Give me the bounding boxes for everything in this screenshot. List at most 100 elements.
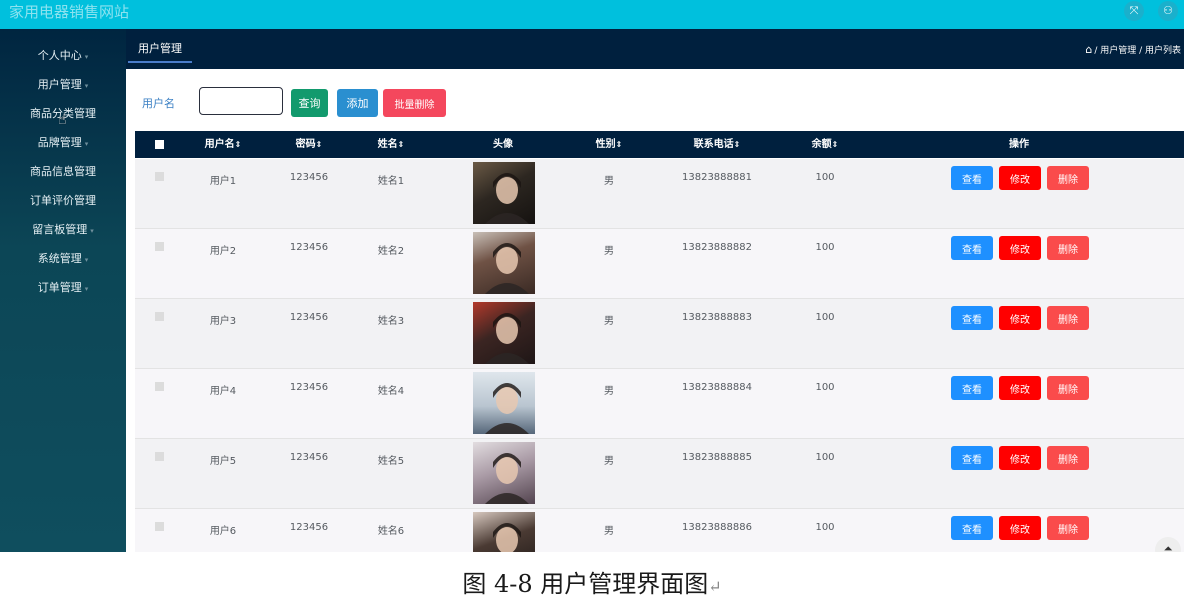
column-header-phone[interactable]: 联系电话⇕ <box>694 131 741 158</box>
column-header-actions: 操作 <box>1009 139 1029 150</box>
table-row: 用户2 123456 姓名2 男 13823888882 100 查看 修改 删除 <box>135 229 1184 299</box>
select-all-checkbox[interactable] <box>155 140 164 149</box>
column-header-name[interactable]: 姓名⇕ <box>378 131 405 158</box>
column-header-password[interactable]: 密码⇕ <box>296 131 323 158</box>
cell-balance: 100 <box>815 382 835 393</box>
query-button[interactable]: 查询 <box>291 89 328 117</box>
chevron-down-icon: ▾ <box>84 256 89 264</box>
sidebar-item-system[interactable]: 系统管理 ▾ <box>0 249 126 269</box>
chevron-down-icon: ▾ <box>90 227 94 235</box>
delete-button[interactable]: 删除 <box>1047 306 1089 330</box>
view-button[interactable]: 查看 <box>951 516 993 540</box>
add-button[interactable]: 添加 <box>337 89 378 117</box>
column-header-gender[interactable]: 性别⇕ <box>596 131 623 158</box>
sidebar-item-label: 品牌管理 <box>37 136 82 149</box>
sidebar-item-label: 商品信息管理 <box>30 165 96 178</box>
view-button[interactable]: 查看 <box>951 166 993 190</box>
top-bar: 家用电器销售网站 ⤧ ⚇ <box>0 0 1184 29</box>
edit-button[interactable]: 修改 <box>999 166 1041 190</box>
cell-gender: 男 <box>604 246 614 257</box>
cell-name: 姓名4 <box>377 386 405 397</box>
batch-delete-button[interactable]: 批量删除 <box>383 89 446 117</box>
column-header-username[interactable]: 用户名⇕ <box>205 131 242 158</box>
sidebar-item-products[interactable]: 商品信息管理 <box>0 162 126 182</box>
cell-username: 用户5 <box>209 456 237 467</box>
fullscreen-icon[interactable]: ⤧ <box>1124 1 1144 21</box>
view-button[interactable]: 查看 <box>951 446 993 470</box>
site-title: 家用电器销售网站 <box>9 3 130 21</box>
sidebar-item-label: 个人中心 <box>37 49 82 62</box>
sort-icon: ⇕ <box>615 140 623 149</box>
cell-name: 姓名5 <box>377 456 405 467</box>
sort-icon: ⇕ <box>234 140 242 149</box>
sidebar-item-personal-center[interactable]: 个人中心 ▾ <box>0 46 126 66</box>
delete-button[interactable]: 删除 <box>1047 166 1089 190</box>
view-button[interactable]: 查看 <box>951 376 993 400</box>
row-checkbox[interactable] <box>155 172 164 181</box>
avatar-portrait-icon <box>485 313 529 364</box>
avatar-portrait-icon <box>493 523 521 552</box>
cell-phone: 13823888886 <box>682 522 752 533</box>
row-checkbox[interactable] <box>155 522 164 531</box>
table-row: 用户5 123456 姓名5 男 13823888885 100 查看 修改 删除 <box>135 439 1184 509</box>
sidebar-item-users[interactable]: 用户管理 ▾ <box>0 75 126 95</box>
edit-button[interactable]: 修改 <box>999 306 1041 330</box>
cell-balance: 100 <box>815 172 835 183</box>
row-checkbox[interactable] <box>155 242 164 251</box>
chevron-down-icon: ▾ <box>84 53 89 61</box>
sidebar-item-label: 留言板管理 <box>32 223 88 236</box>
row-checkbox[interactable] <box>155 452 164 461</box>
avatar <box>473 232 535 294</box>
home-icon[interactable]: ⌂ <box>1085 43 1092 56</box>
avatar-portrait-icon <box>485 453 529 504</box>
sidebar-item-brands[interactable]: 品牌管理 ▾ <box>0 133 126 153</box>
row-checkbox[interactable] <box>155 312 164 321</box>
cell-password: 123456 <box>289 382 329 393</box>
user-icon[interactable]: ⚇ <box>1158 1 1178 21</box>
cell-name: 姓名1 <box>377 176 405 187</box>
avatar <box>473 162 535 224</box>
sort-icon: ⇕ <box>315 140 323 149</box>
edit-button[interactable]: 修改 <box>999 516 1041 540</box>
sidebar-item-orders[interactable]: 订单管理 ▾ <box>0 278 126 298</box>
delete-button[interactable]: 删除 <box>1047 516 1089 540</box>
cell-balance: 100 <box>815 312 835 323</box>
breadcrumb: ⌂ / 用户管理 / 用户列表 <box>1085 43 1181 56</box>
avatar <box>473 302 535 364</box>
cell-name: 姓名3 <box>377 316 405 327</box>
cell-password: 123456 <box>289 452 329 463</box>
edit-button[interactable]: 修改 <box>999 236 1041 260</box>
delete-button[interactable]: 删除 <box>1047 446 1089 470</box>
column-header-balance[interactable]: 余额⇕ <box>812 131 839 158</box>
cell-phone: 13823888885 <box>682 452 752 463</box>
sidebar-item-message-board[interactable]: 留言板管理 ▾ <box>0 220 126 240</box>
sort-icon: ⇕ <box>831 140 839 149</box>
caption-text: 图 4-8 用户管理界面图 <box>462 570 709 598</box>
cell-phone: 13823888883 <box>682 312 752 323</box>
cell-gender: 男 <box>604 386 614 397</box>
delete-button[interactable]: 删除 <box>1047 376 1089 400</box>
table-row: 用户4 123456 姓名4 男 13823888884 100 查看 修改 删除 <box>135 369 1184 439</box>
cell-password: 123456 <box>289 312 329 323</box>
row-checkbox[interactable] <box>155 382 164 391</box>
cell-username: 用户6 <box>209 526 237 537</box>
cell-gender: 男 <box>604 456 614 467</box>
avatar <box>473 512 535 552</box>
sidebar-item-order-reviews[interactable]: 订单评价管理 <box>0 191 126 211</box>
app-window: 家用电器销售网站 ⤧ ⚇ 个人中心 ▾ 用户管理 ▾ 商品分类管理 品牌管理 ▾ 商品… <box>0 0 1184 552</box>
table-header: 用户名⇕ 密码⇕ 姓名⇕ 头像 性别⇕ 联系电话⇕ 余额⇕ 操作 <box>135 131 1184 158</box>
cell-phone: 13823888882 <box>682 242 752 253</box>
username-search-input[interactable] <box>199 87 283 115</box>
delete-button[interactable]: 删除 <box>1047 236 1089 260</box>
sidebar-item-label: 用户管理 <box>37 78 82 91</box>
edit-button[interactable]: 修改 <box>999 376 1041 400</box>
cell-username: 用户2 <box>209 246 237 257</box>
cell-username: 用户4 <box>209 386 237 397</box>
cell-gender: 男 <box>604 526 614 537</box>
view-button[interactable]: 查看 <box>951 236 993 260</box>
view-button[interactable]: 查看 <box>951 306 993 330</box>
cell-name: 姓名2 <box>377 246 405 257</box>
avatar <box>473 442 535 504</box>
edit-button[interactable]: 修改 <box>999 446 1041 470</box>
tab-user-management[interactable]: 用户管理 <box>128 41 192 63</box>
